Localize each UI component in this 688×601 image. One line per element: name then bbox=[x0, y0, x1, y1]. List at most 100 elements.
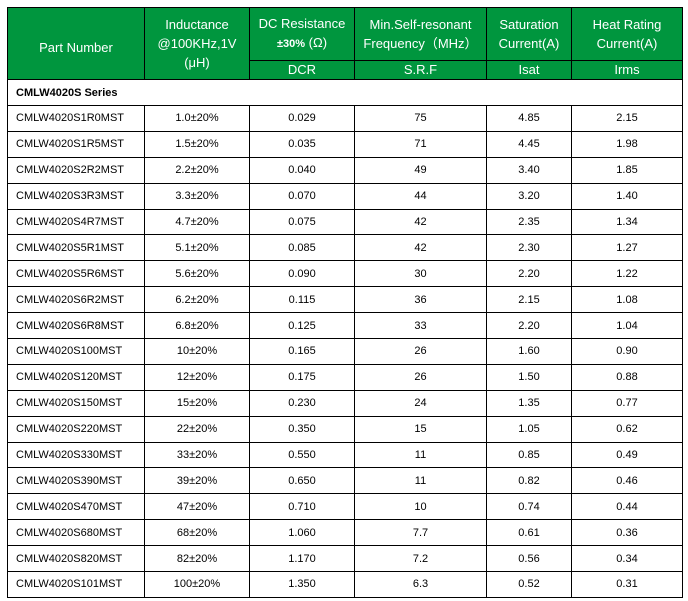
series-title: CMLW4020S Series bbox=[7, 79, 683, 106]
cell-inductance: 82±20% bbox=[144, 545, 250, 573]
cell-inductance: 5.6±20% bbox=[144, 260, 250, 288]
table-row: CMLW4020S120MST 12±20% 0.175 26 1.50 0.88 bbox=[7, 363, 683, 391]
cell-part-number: CMLW4020S4R7MST bbox=[7, 208, 145, 236]
cell-isat: 2.35 bbox=[486, 208, 572, 236]
cell-part-number: CMLW4020S3R3MST bbox=[7, 182, 145, 210]
cell-irms: 1.85 bbox=[571, 156, 683, 184]
cell-irms: 1.04 bbox=[571, 312, 683, 340]
cell-srf: 24 bbox=[354, 389, 487, 417]
cell-dcr: 0.230 bbox=[249, 389, 355, 417]
cell-part-number: CMLW4020S100MST bbox=[7, 338, 145, 365]
header-srf-line2: Frequency（MHz） bbox=[363, 35, 478, 51]
cell-dcr: 0.165 bbox=[249, 338, 355, 365]
cell-inductance: 10±20% bbox=[144, 338, 250, 365]
cell-dcr: 1.350 bbox=[249, 571, 355, 598]
cell-inductance: 22±20% bbox=[144, 415, 250, 443]
cell-srf: 10 bbox=[354, 493, 487, 521]
cell-inductance: 47±20% bbox=[144, 493, 250, 521]
cell-srf: 11 bbox=[354, 441, 487, 469]
cell-isat: 0.61 bbox=[486, 519, 572, 547]
header-inductance-unit: (μH) bbox=[184, 55, 210, 70]
cell-srf: 36 bbox=[354, 286, 487, 314]
header-dc-resistance: DC Resistance ±30% (Ω) bbox=[249, 7, 355, 61]
header-heat-line2: Current(A) bbox=[596, 35, 658, 51]
header-inductance: Inductance @100KHz,1V (μH) bbox=[144, 7, 250, 80]
cell-part-number: CMLW4020S680MST bbox=[7, 519, 145, 547]
cell-inductance: 68±20% bbox=[144, 519, 250, 547]
cell-part-number: CMLW4020S120MST bbox=[7, 363, 145, 391]
cell-irms: 1.98 bbox=[571, 130, 683, 158]
cell-irms: 1.27 bbox=[571, 234, 683, 262]
cell-irms: 0.36 bbox=[571, 519, 683, 547]
cell-inductance: 4.7±20% bbox=[144, 208, 250, 236]
cell-irms: 1.22 bbox=[571, 260, 683, 288]
cell-dcr: 0.125 bbox=[249, 312, 355, 340]
cell-part-number: CMLW4020S150MST bbox=[7, 389, 145, 417]
cell-srf: 26 bbox=[354, 363, 487, 391]
cell-part-number: CMLW4020S330MST bbox=[7, 441, 145, 469]
cell-dcr: 1.170 bbox=[249, 545, 355, 573]
cell-irms: 1.08 bbox=[571, 286, 683, 314]
cell-srf: 7.2 bbox=[354, 545, 487, 573]
cell-srf: 42 bbox=[354, 208, 487, 236]
cell-srf: 71 bbox=[354, 130, 487, 158]
cell-isat: 3.20 bbox=[486, 182, 572, 210]
cell-isat: 1.60 bbox=[486, 338, 572, 365]
header-srf: Min.Self-resonant Frequency（MHz） bbox=[354, 7, 487, 61]
table-row: CMLW4020S470MST 47±20% 0.710 10 0.74 0.44 bbox=[7, 493, 683, 521]
cell-irms: 0.88 bbox=[571, 363, 683, 391]
cell-isat: 3.40 bbox=[486, 156, 572, 184]
cell-inductance: 2.2±20% bbox=[144, 156, 250, 184]
cell-dcr: 0.710 bbox=[249, 493, 355, 521]
cell-dcr: 0.175 bbox=[249, 363, 355, 391]
inductor-spec-table: Part Number Inductance @100KHz,1V (μH) D… bbox=[7, 7, 683, 598]
table-row: CMLW4020S1R0MST 1.0±20% 0.029 75 4.85 2.15 bbox=[7, 105, 683, 132]
cell-inductance: 12±20% bbox=[144, 363, 250, 391]
cell-irms: 0.34 bbox=[571, 545, 683, 573]
cell-part-number: CMLW4020S470MST bbox=[7, 493, 145, 521]
cell-srf: 49 bbox=[354, 156, 487, 184]
cell-dcr: 0.070 bbox=[249, 182, 355, 210]
cell-inductance: 33±20% bbox=[144, 441, 250, 469]
cell-dcr: 0.035 bbox=[249, 130, 355, 158]
cell-dcr: 0.085 bbox=[249, 234, 355, 262]
header-irms-symbol: Irms bbox=[571, 59, 683, 81]
header-saturation: Saturation Current(A) bbox=[486, 7, 572, 61]
cell-part-number: CMLW4020S1R0MST bbox=[7, 105, 145, 132]
cell-part-number: CMLW4020S1R5MST bbox=[7, 130, 145, 158]
header-part-number-label: Part Number bbox=[39, 40, 113, 55]
cell-inductance: 100±20% bbox=[144, 571, 250, 598]
header-sat-line2: Current(A) bbox=[498, 35, 560, 51]
cell-inductance: 3.3±20% bbox=[144, 182, 250, 210]
series-row: CMLW4020S Series bbox=[7, 79, 683, 106]
cell-dcr: 0.029 bbox=[249, 105, 355, 132]
cell-inductance: 6.2±20% bbox=[144, 286, 250, 314]
table-row: CMLW4020S6R8MST 6.8±20% 0.125 33 2.20 1.04 bbox=[7, 312, 683, 340]
cell-part-number: CMLW4020S6R8MST bbox=[7, 312, 145, 340]
cell-part-number: CMLW4020S390MST bbox=[7, 467, 145, 495]
header-isat-symbol: Isat bbox=[486, 59, 572, 81]
header-dcr-unit: (Ω) bbox=[305, 34, 328, 50]
cell-irms: 0.31 bbox=[571, 571, 683, 598]
cell-isat: 0.85 bbox=[486, 441, 572, 469]
cell-srf: 75 bbox=[354, 105, 487, 132]
cell-srf: 30 bbox=[354, 260, 487, 288]
table-row: CMLW4020S680MST 68±20% 1.060 7.7 0.61 0.36 bbox=[7, 519, 683, 547]
cell-part-number: CMLW4020S820MST bbox=[7, 545, 145, 573]
cell-isat: 0.82 bbox=[486, 467, 572, 495]
cell-srf: 15 bbox=[354, 415, 487, 443]
cell-isat: 2.20 bbox=[486, 312, 572, 340]
cell-inductance: 1.5±20% bbox=[144, 130, 250, 158]
cell-isat: 4.45 bbox=[486, 130, 572, 158]
cell-srf: 26 bbox=[354, 338, 487, 365]
cell-srf: 6.3 bbox=[354, 571, 487, 598]
header-dcr-line1: DC Resistance bbox=[258, 15, 346, 31]
cell-inductance: 5.1±20% bbox=[144, 234, 250, 262]
table-header: Part Number Inductance @100KHz,1V (μH) D… bbox=[7, 7, 683, 81]
table-row: CMLW4020S820MST 82±20% 1.170 7.2 0.56 0.34 bbox=[7, 545, 683, 573]
cell-srf: 7.7 bbox=[354, 519, 487, 547]
cell-part-number: CMLW4020S6R2MST bbox=[7, 286, 145, 314]
cell-dcr: 0.550 bbox=[249, 441, 355, 469]
spec-table-container: Part Number Inductance @100KHz,1V (μH) D… bbox=[7, 7, 683, 598]
header-part-number: Part Number bbox=[7, 7, 145, 80]
